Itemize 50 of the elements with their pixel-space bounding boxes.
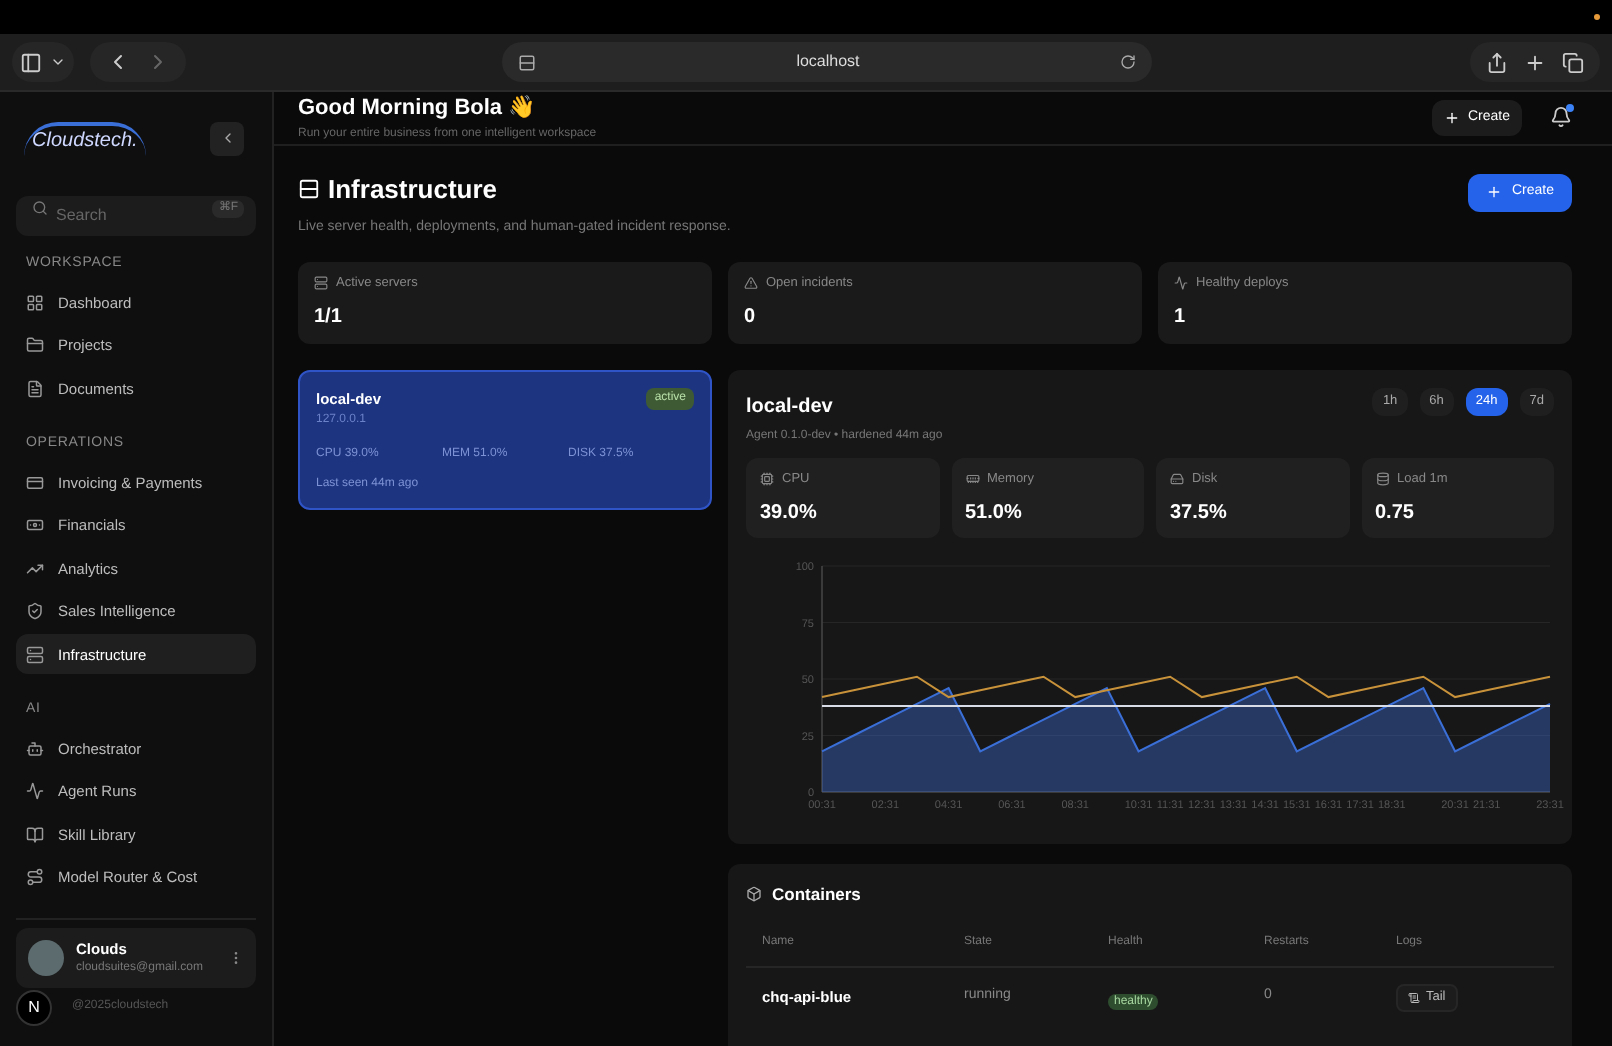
metric-value: 37.5% xyxy=(1170,500,1229,529)
sidebar-toggle-icon[interactable] xyxy=(20,51,42,73)
card-icon xyxy=(26,474,44,493)
banknote-icon xyxy=(26,516,44,535)
pulse-icon xyxy=(26,782,44,801)
shield-icon xyxy=(26,602,44,621)
folder-icon xyxy=(26,336,44,355)
document-icon xyxy=(26,379,44,398)
stat-value: 1/1 xyxy=(314,304,344,333)
new-tab-icon[interactable] xyxy=(1524,51,1546,73)
detail-title: local-dev xyxy=(746,393,835,421)
metric-value: 0.75 xyxy=(1375,500,1416,529)
metric-value: 39.0% xyxy=(760,500,819,529)
chip-icon xyxy=(760,471,774,486)
pulse-icon xyxy=(1174,275,1188,290)
log-icon xyxy=(1408,992,1420,1005)
metric-value: 51.0% xyxy=(965,500,1024,529)
robot-icon xyxy=(26,740,44,759)
notification-button[interactable] xyxy=(1550,106,1572,129)
trend-icon xyxy=(26,559,44,578)
page-title: Infrastructure xyxy=(328,171,498,207)
server-icon xyxy=(298,177,320,200)
user-badge: N xyxy=(16,989,52,1026)
warning-icon xyxy=(744,275,758,290)
database-icon xyxy=(1375,471,1389,486)
search-icon xyxy=(32,200,48,216)
plus-icon xyxy=(1485,184,1502,200)
logo: Cloudstech. xyxy=(24,121,146,155)
grid-icon xyxy=(26,293,44,312)
tabs-icon[interactable] xyxy=(1562,51,1584,73)
memory-icon xyxy=(965,471,979,486)
collapse-button[interactable] xyxy=(210,121,244,155)
bell-icon xyxy=(1550,106,1572,129)
avatar xyxy=(28,939,64,976)
card-title: Containers xyxy=(772,881,861,907)
plus-icon xyxy=(1443,109,1460,126)
stat-value: 1 xyxy=(1174,304,1188,333)
drive-icon xyxy=(1170,471,1184,486)
box-icon xyxy=(746,885,762,902)
share-icon[interactable] xyxy=(1486,51,1508,73)
reload-icon[interactable] xyxy=(1120,54,1136,70)
greeting-title: Good Morning Bola 👋 xyxy=(298,93,539,124)
chevron-down-icon[interactable] xyxy=(50,54,66,70)
server-icon xyxy=(314,275,328,290)
server-icon xyxy=(26,645,44,664)
page-icon xyxy=(518,53,536,71)
stat-value: 0 xyxy=(744,304,758,333)
route-icon xyxy=(26,868,44,887)
address-bar[interactable]: localhost xyxy=(502,42,1152,82)
book-icon xyxy=(26,825,44,844)
